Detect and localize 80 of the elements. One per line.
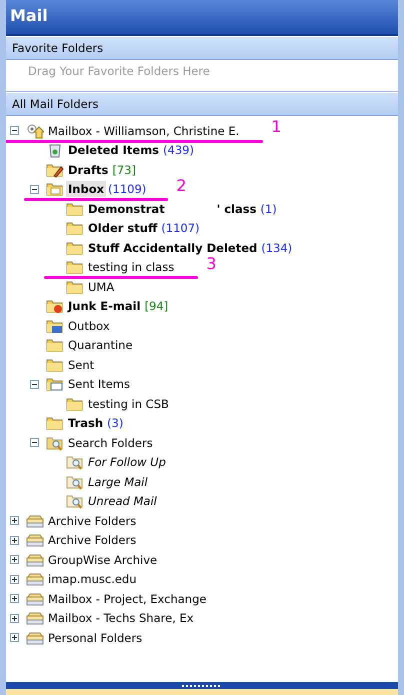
folder-name[interactable]: Personal Folders bbox=[46, 630, 144, 646]
folder-icon bbox=[66, 259, 84, 276]
folder-stack-icon bbox=[26, 630, 44, 646]
folder-name[interactable]: For Follow Up bbox=[86, 454, 168, 470]
folder-name[interactable]: Mailbox - Techs Share, Ex bbox=[46, 610, 196, 626]
folder-name[interactable]: Mailbox - Project, Exchange bbox=[46, 590, 208, 607]
envelope-folder-icon bbox=[46, 181, 64, 198]
folder-name[interactable]: Deleted Items bbox=[66, 142, 162, 158]
mailbox-icon bbox=[26, 122, 44, 139]
folder-name[interactable]: Archive Folders bbox=[46, 512, 138, 529]
search-folder-icon bbox=[66, 474, 84, 490]
expander-icon[interactable] bbox=[30, 438, 39, 448]
folder-icon bbox=[46, 337, 64, 354]
item-count: [73] bbox=[112, 162, 136, 177]
expander-icon[interactable] bbox=[30, 380, 39, 389]
search-folder-icon bbox=[66, 454, 84, 470]
search-folder-icon bbox=[46, 434, 64, 451]
folder-icon bbox=[66, 278, 84, 295]
blocked-folder-icon bbox=[46, 298, 64, 314]
folder-name[interactable]: ' class bbox=[214, 200, 258, 217]
folder-icon bbox=[66, 240, 84, 256]
expander-icon[interactable] bbox=[10, 574, 19, 584]
section-header[interactable]: All Mail Folders bbox=[6, 92, 398, 116]
folder-name[interactable]: Stuff Accidentally Deleted bbox=[86, 240, 260, 256]
expander-icon[interactable] bbox=[10, 594, 19, 604]
item-count: (134) bbox=[261, 240, 292, 255]
folder-name[interactable]: testing in CSB bbox=[86, 396, 171, 412]
item-count: (1107) bbox=[161, 221, 200, 236]
folder-stack-icon bbox=[26, 571, 44, 588]
pane-title: Mail bbox=[6, 0, 398, 36]
item-count: (1) bbox=[260, 202, 277, 216]
folder-name[interactable]: testing in class bbox=[86, 259, 176, 276]
folder-name[interactable]: Sent Items bbox=[66, 376, 132, 392]
folder-name[interactable]: Trash bbox=[66, 415, 106, 432]
expander-icon[interactable] bbox=[10, 536, 19, 545]
splitter-handle[interactable] bbox=[6, 682, 398, 689]
expander-icon[interactable] bbox=[10, 633, 19, 642]
pencil-folder-icon bbox=[46, 162, 64, 178]
item-count: [94] bbox=[144, 299, 168, 314]
annotation-number: 2 bbox=[176, 176, 186, 195]
annotation-number: 1 bbox=[271, 117, 282, 136]
folder-name[interactable]: Quarantine bbox=[66, 337, 135, 354]
folder-name[interactable]: Inbox bbox=[66, 181, 106, 198]
folder-name[interactable]: Unread Mail bbox=[86, 493, 159, 510]
expander-icon[interactable] bbox=[10, 126, 19, 136]
expander-icon[interactable] bbox=[10, 555, 19, 564]
folder-icon bbox=[46, 415, 64, 432]
folder-icon bbox=[66, 396, 84, 412]
folder-name[interactable]: imap.musc.edu bbox=[46, 571, 139, 588]
folder-stack-icon bbox=[26, 532, 44, 548]
sent-folder-icon bbox=[46, 376, 64, 392]
folder-name[interactable]: Search Folders bbox=[66, 434, 155, 451]
item-count: (439) bbox=[163, 143, 194, 158]
expander-icon[interactable] bbox=[30, 184, 39, 194]
folder-stack-icon bbox=[26, 610, 44, 626]
expander-icon[interactable] bbox=[10, 516, 19, 526]
folder-name[interactable]: UMA bbox=[86, 278, 116, 295]
annotation-number: 3 bbox=[206, 254, 216, 273]
item-count: (3) bbox=[107, 416, 124, 430]
section-header[interactable]: Favorite Folders bbox=[6, 36, 398, 60]
folder-name[interactable]: Drafts bbox=[66, 162, 110, 178]
folder-name[interactable]: Outbox bbox=[66, 318, 112, 334]
outbox-folder-icon bbox=[46, 318, 64, 334]
folder-name[interactable]: Demonstrat bbox=[86, 200, 167, 217]
folder-name[interactable]: Sent bbox=[66, 356, 96, 373]
folder-name[interactable]: Older stuff bbox=[86, 220, 160, 236]
folder-name[interactable]: Archive Folders bbox=[46, 532, 138, 548]
folder-name[interactable]: Junk E-mail bbox=[66, 298, 143, 314]
folder-stack-icon bbox=[26, 512, 44, 529]
folder-icon bbox=[46, 356, 64, 373]
folder-name[interactable]: GroupWise Archive bbox=[46, 552, 160, 568]
item-count: (1109) bbox=[108, 182, 146, 196]
folder-stack-icon bbox=[26, 590, 44, 607]
folder-stack-icon bbox=[26, 552, 44, 568]
search-folder-icon bbox=[66, 493, 84, 510]
folder-name[interactable]: Mailbox - Williamson, Christine E. bbox=[46, 122, 242, 139]
folder-name[interactable]: Large Mail bbox=[86, 474, 150, 490]
folder-icon bbox=[66, 220, 84, 236]
expander-icon[interactable] bbox=[10, 614, 19, 623]
folder-icon bbox=[66, 200, 84, 217]
